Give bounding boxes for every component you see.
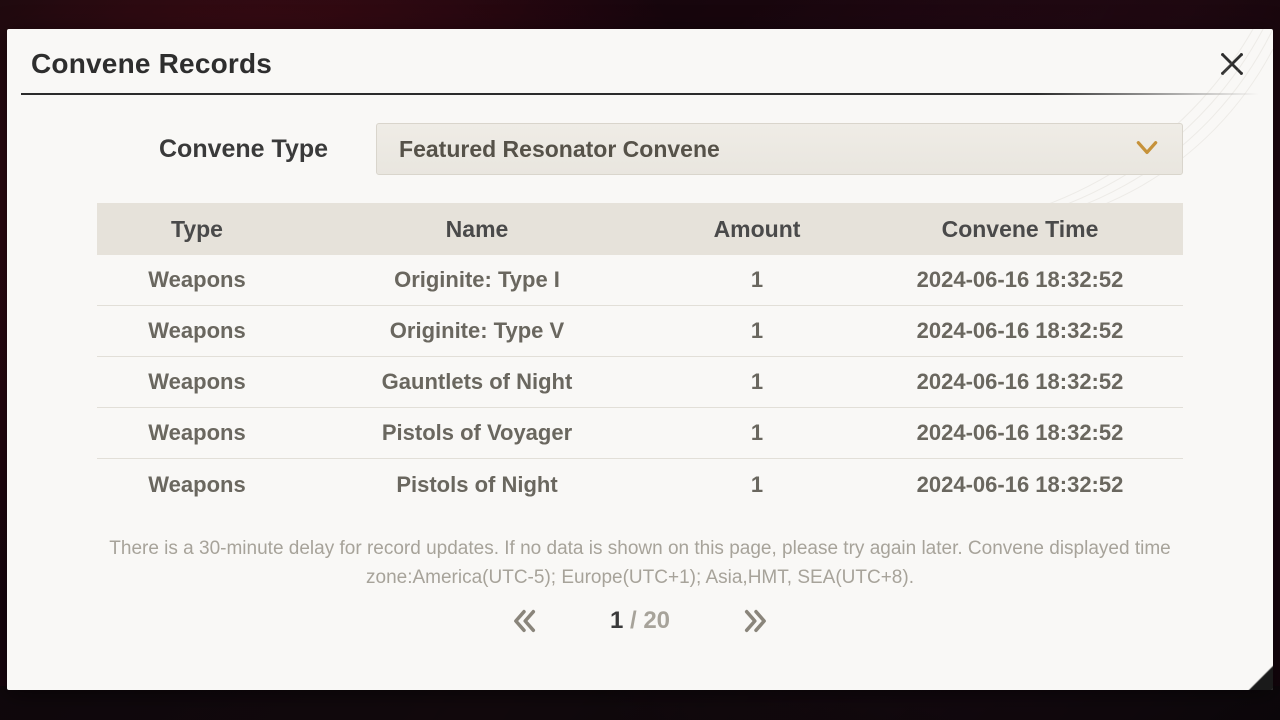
- cell-name: Pistols of Voyager: [297, 420, 657, 446]
- cell-name: Gauntlets of Night: [297, 369, 657, 395]
- table-row: WeaponsGauntlets of Night12024-06-16 18:…: [97, 357, 1183, 408]
- page-separator: /: [623, 607, 643, 634]
- chevron-double-left-icon: [510, 607, 538, 635]
- records-panel: Convene Records Convene Type Featured Re…: [7, 29, 1273, 690]
- cell-amount: 1: [657, 472, 857, 498]
- cell-amount: 1: [657, 369, 857, 395]
- cell-type: Weapons: [97, 318, 297, 344]
- footer-note: There is a 30-minute delay for record up…: [97, 534, 1183, 593]
- page-current: 1: [610, 607, 623, 634]
- col-amount: Amount: [657, 216, 857, 243]
- cell-time: 2024-06-16 18:32:52: [857, 267, 1183, 293]
- cell-name: Pistols of Night: [297, 472, 657, 498]
- close-button[interactable]: [1215, 47, 1249, 81]
- cell-type: Weapons: [97, 420, 297, 446]
- dropdown-selected-value: Featured Resonator Convene: [399, 136, 720, 163]
- chevron-double-right-icon: [742, 607, 770, 635]
- cell-time: 2024-06-16 18:32:52: [857, 420, 1183, 446]
- table-row: WeaponsOriginite: Type I12024-06-16 18:3…: [97, 255, 1183, 306]
- cell-amount: 1: [657, 318, 857, 344]
- table-header: Type Name Amount Convene Time: [97, 203, 1183, 255]
- page-total: 20: [643, 607, 670, 634]
- table-row: WeaponsPistols of Voyager12024-06-16 18:…: [97, 408, 1183, 459]
- pagination: 1 / 20: [97, 607, 1183, 635]
- records-table: Type Name Amount Convene Time WeaponsOri…: [97, 203, 1183, 510]
- close-icon: [1217, 49, 1247, 79]
- cell-type: Weapons: [97, 267, 297, 293]
- cell-time: 2024-06-16 18:32:52: [857, 369, 1183, 395]
- page-indicator: 1 / 20: [610, 607, 670, 635]
- cell-type: Weapons: [97, 472, 297, 498]
- convene-type-label: Convene Type: [159, 135, 328, 164]
- cell-type: Weapons: [97, 369, 297, 395]
- chevron-down-icon: [1134, 134, 1160, 165]
- cell-amount: 1: [657, 267, 857, 293]
- page-title: Convene Records: [31, 48, 272, 80]
- table-row: WeaponsOriginite: Type V12024-06-16 18:3…: [97, 306, 1183, 357]
- convene-type-dropdown[interactable]: Featured Resonator Convene: [376, 123, 1183, 175]
- background-bottom-bar: [0, 686, 1280, 720]
- cell-name: Originite: Type V: [297, 318, 657, 344]
- table-row: WeaponsPistols of Night12024-06-16 18:32…: [97, 459, 1183, 510]
- cell-time: 2024-06-16 18:32:52: [857, 318, 1183, 344]
- cell-time: 2024-06-16 18:32:52: [857, 472, 1183, 498]
- col-type: Type: [97, 216, 297, 243]
- col-time: Convene Time: [857, 216, 1183, 243]
- table-body: WeaponsOriginite: Type I12024-06-16 18:3…: [97, 255, 1183, 510]
- cell-name: Originite: Type I: [297, 267, 657, 293]
- page-prev-button[interactable]: [510, 607, 538, 635]
- col-name: Name: [297, 216, 657, 243]
- cell-amount: 1: [657, 420, 857, 446]
- page-next-button[interactable]: [742, 607, 770, 635]
